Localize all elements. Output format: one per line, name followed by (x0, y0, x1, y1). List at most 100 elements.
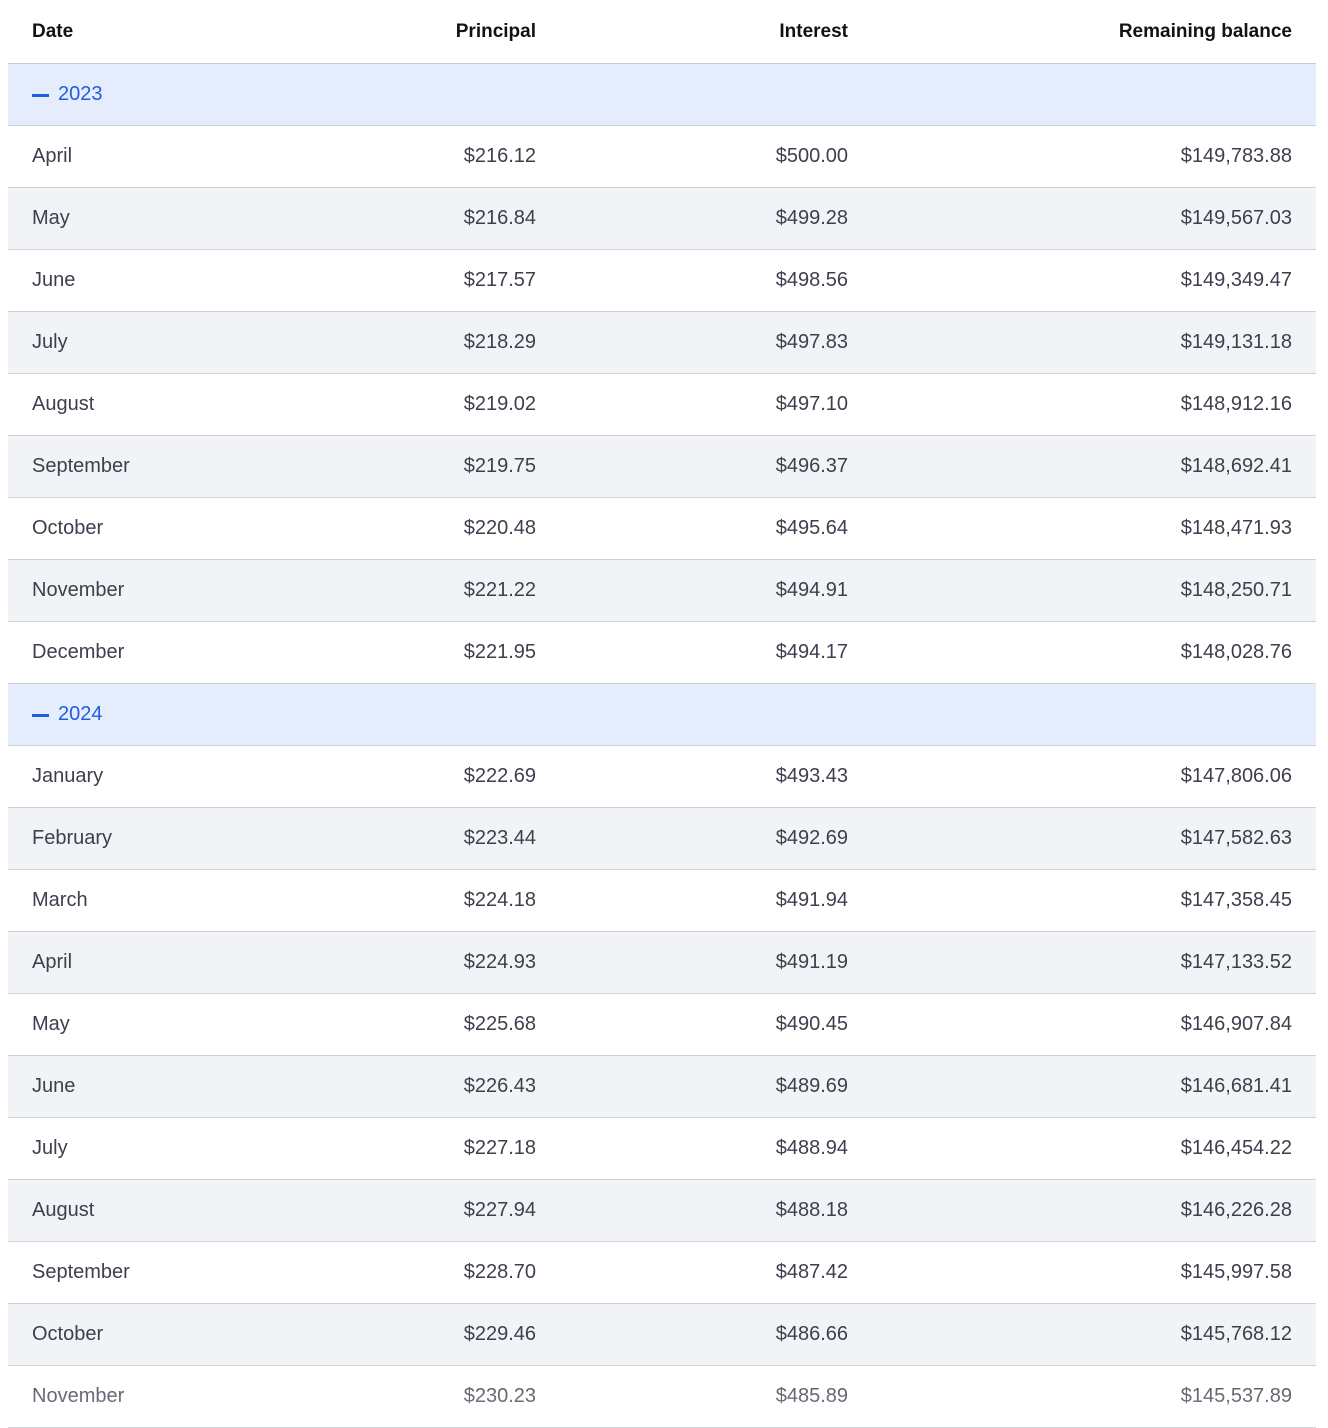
cell-remaining-balance: $147,358.45 (1180, 889, 1292, 911)
cell-date: August (32, 1199, 95, 1221)
cell-date: July (32, 1137, 68, 1159)
table-body: 2023 April $216.12 $500.00 $149,783.88 May $21… (8, 64, 1316, 1428)
cell-remaining-balance: $145,768.12 (1180, 1323, 1292, 1345)
year-toggle-button[interactable]: 2024 (32, 703, 103, 726)
cell-date: September (32, 1261, 130, 1283)
cell-interest: $499.28 (775, 207, 848, 229)
cell-principal: $227.94 (463, 1199, 536, 1221)
cell-date: March (32, 889, 88, 911)
cell-date: April (32, 145, 73, 167)
cell-date: December (32, 641, 125, 663)
cell-date: June (32, 269, 76, 291)
cell-remaining-balance: $149,349.47 (1180, 269, 1292, 291)
cell-date: May (32, 207, 70, 229)
cell-interest: $491.19 (775, 951, 848, 973)
cell-remaining-balance: $146,681.41 (1180, 1075, 1292, 1097)
table-row: January $222.69 $493.43 $147,806.06 (8, 746, 1316, 808)
cell-remaining-balance: $147,806.06 (1180, 765, 1292, 787)
cell-remaining-balance: $146,907.84 (1180, 1013, 1292, 1035)
cell-interest: $494.17 (775, 641, 848, 663)
cell-date: February (32, 827, 113, 849)
cell-interest: $489.69 (775, 1075, 848, 1097)
table-row: November $221.22 $494.91 $148,250.71 (8, 560, 1316, 622)
table-header: Date Principal Interest Remaining balanc… (8, 0, 1316, 64)
column-header-principal: Principal (455, 20, 536, 42)
cell-interest: $500.00 (775, 145, 848, 167)
cell-remaining-balance: $145,997.58 (1180, 1261, 1292, 1283)
cell-principal: $224.93 (463, 951, 536, 973)
cell-interest: $486.66 (775, 1323, 848, 1345)
cell-date: July (32, 331, 68, 353)
cell-principal: $226.43 (463, 1075, 536, 1097)
column-header-remaining-balance: Remaining balance (1118, 20, 1292, 42)
cell-remaining-balance: $147,582.63 (1180, 827, 1292, 849)
table-row: December $221.95 $494.17 $148,028.76 (8, 622, 1316, 684)
cell-principal: $218.29 (463, 331, 536, 353)
table-row: August $219.02 $497.10 $148,912.16 (8, 374, 1316, 436)
cell-remaining-balance: $148,912.16 (1180, 393, 1292, 415)
cell-principal: $216.12 (463, 145, 536, 167)
table-row: October $220.48 $495.64 $148,471.93 (8, 498, 1316, 560)
year-label: 2023 (58, 83, 103, 105)
column-header-date: Date (32, 20, 74, 42)
cell-remaining-balance: $148,250.71 (1180, 579, 1292, 601)
table-row: October $229.46 $486.66 $145,768.12 (8, 1304, 1316, 1366)
cell-interest: $488.94 (775, 1137, 848, 1159)
cell-principal: $217.57 (463, 269, 536, 291)
cell-principal: $224.18 (463, 889, 536, 911)
cell-date: October (32, 517, 104, 539)
cell-principal: $219.02 (463, 393, 536, 415)
cell-date: April (32, 951, 73, 973)
cell-remaining-balance: $149,131.18 (1180, 331, 1292, 353)
cell-date: June (32, 1075, 76, 1097)
cell-principal: $220.48 (463, 517, 536, 539)
minus-icon (32, 714, 49, 717)
table-row: May $216.84 $499.28 $149,567.03 (8, 188, 1316, 250)
table-row: June $217.57 $498.56 $149,349.47 (8, 250, 1316, 312)
cell-interest: $496.37 (775, 455, 848, 477)
cell-interest: $497.83 (775, 331, 848, 353)
cell-principal: $222.69 (463, 765, 536, 787)
table-row: July $227.18 $488.94 $146,454.22 (8, 1118, 1316, 1180)
cell-interest: $495.64 (775, 517, 848, 539)
cell-remaining-balance: $148,692.41 (1180, 455, 1292, 477)
table-row: June $226.43 $489.69 $146,681.41 (8, 1056, 1316, 1118)
cell-remaining-balance: $145,537.89 (1180, 1385, 1292, 1407)
table-row: August $227.94 $488.18 $146,226.28 (8, 1180, 1316, 1242)
minus-icon (32, 94, 49, 97)
cell-principal: $216.84 (463, 207, 536, 229)
table-row: November $230.23 $485.89 $145,537.89 (8, 1366, 1316, 1428)
cell-interest: $491.94 (775, 889, 848, 911)
cell-remaining-balance: $149,783.88 (1180, 145, 1292, 167)
cell-interest: $497.10 (775, 393, 848, 415)
amortization-table: Date Principal Interest Remaining balanc… (8, 0, 1316, 1428)
cell-interest: $487.42 (775, 1261, 848, 1283)
table-row: April $216.12 $500.00 $149,783.88 (8, 126, 1316, 188)
cell-remaining-balance: $148,028.76 (1180, 641, 1292, 663)
cell-principal: $223.44 (463, 827, 536, 849)
cell-principal: $228.70 (463, 1261, 536, 1283)
cell-date: May (32, 1013, 70, 1035)
cell-interest: $498.56 (775, 269, 848, 291)
table-row: September $219.75 $496.37 $148,692.41 (8, 436, 1316, 498)
table-row: May $225.68 $490.45 $146,907.84 (8, 994, 1316, 1056)
table-row: April $224.93 $491.19 $147,133.52 (8, 932, 1316, 994)
table-row: March $224.18 $491.94 $147,358.45 (8, 870, 1316, 932)
cell-date: September (32, 455, 130, 477)
cell-interest: $490.45 (775, 1013, 848, 1035)
year-toggle-button[interactable]: 2023 (32, 83, 103, 106)
cell-remaining-balance: $148,471.93 (1180, 517, 1292, 539)
table-row: September $228.70 $487.42 $145,997.58 (8, 1242, 1316, 1304)
year-group-toggle[interactable]: 2023 (8, 64, 1316, 126)
cell-remaining-balance: $146,454.22 (1180, 1137, 1292, 1159)
year-group-toggle[interactable]: 2024 (8, 684, 1316, 746)
cell-interest: $492.69 (775, 827, 848, 849)
cell-interest: $494.91 (775, 579, 848, 601)
cell-remaining-balance: $147,133.52 (1180, 951, 1292, 973)
cell-principal: $225.68 (463, 1013, 536, 1035)
cell-remaining-balance: $146,226.28 (1180, 1199, 1292, 1221)
year-label: 2024 (58, 703, 103, 725)
cell-date: August (32, 393, 95, 415)
cell-interest: $493.43 (775, 765, 848, 787)
cell-principal: $230.23 (463, 1385, 536, 1407)
